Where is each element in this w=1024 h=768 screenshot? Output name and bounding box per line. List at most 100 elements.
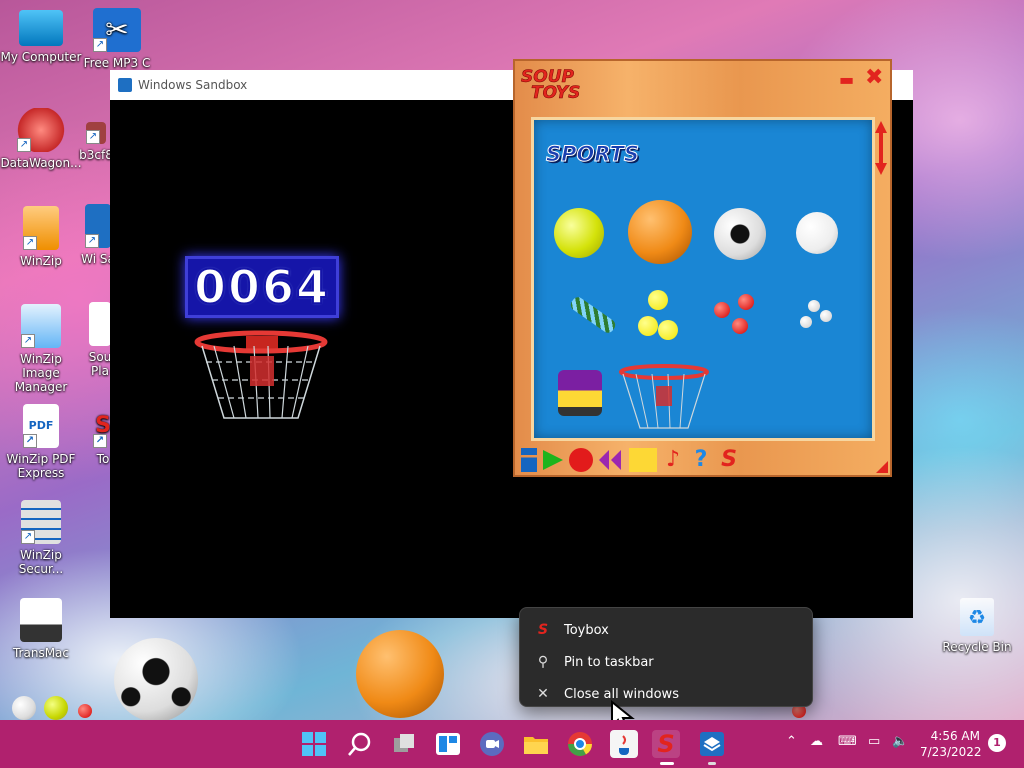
- sandbox-taskbar-button[interactable]: [698, 730, 726, 758]
- logo-line2: TOYS: [531, 83, 581, 103]
- widgets-button[interactable]: [434, 730, 462, 758]
- white-ball-item[interactable]: [820, 310, 832, 322]
- sandbox-icon: ↗: [85, 204, 111, 248]
- jumplist-label: Toybox: [564, 622, 609, 638]
- desktop-icon-label: Recycle Bin: [942, 640, 1012, 654]
- desktop-icon-label: WinZip: [20, 254, 62, 268]
- red-ball-item[interactable]: [714, 302, 730, 318]
- roller-skates-item[interactable]: [558, 370, 602, 416]
- task-view-button[interactable]: [390, 730, 418, 758]
- desktop-icon-label: WinZip Image Manager: [14, 352, 68, 394]
- stop-icon[interactable]: [629, 448, 657, 472]
- soccer-ball-toy[interactable]: [114, 638, 198, 722]
- image-manager-icon: ↗: [21, 304, 61, 348]
- desktop-icon-free-mp3[interactable]: ✂ ↗ Free MP3 C: [76, 8, 158, 70]
- scroll-arrow[interactable]: [875, 121, 887, 175]
- play-icon[interactable]: [541, 448, 565, 472]
- clock[interactable]: 4:56 AM 7/23/2022: [920, 728, 982, 760]
- close-button[interactable]: ✖: [865, 67, 883, 89]
- sandbox-icon: [118, 78, 132, 92]
- jumplist-label: Pin to taskbar: [564, 654, 654, 670]
- jumplist-item-close-all[interactable]: ✕ Close all windows: [520, 678, 812, 710]
- baseball-item[interactable]: [796, 212, 838, 254]
- chrome-button[interactable]: [566, 730, 594, 758]
- soup-toys-logo: SOUP TOYS: [521, 68, 581, 103]
- document-icon: [89, 302, 111, 346]
- score-value: 0064: [193, 259, 331, 315]
- sandbox-indicator: [708, 762, 716, 765]
- red-ball-item[interactable]: [738, 294, 754, 310]
- yellow-ball-item[interactable]: [638, 316, 658, 336]
- datawagon-icon: ↗: [17, 108, 65, 152]
- soup-toys-taskbar-button[interactable]: S: [652, 730, 680, 758]
- desktop-icon-my-computer[interactable]: My Computer: [0, 10, 82, 64]
- rewind-icon[interactable]: [597, 448, 621, 472]
- rope-item[interactable]: [568, 294, 618, 336]
- desktop-icon-transmac[interactable]: TransMac: [0, 598, 82, 660]
- network-off-icon[interactable]: ☁: [810, 734, 823, 749]
- desktop-icon-label: WinZip Secur...: [18, 548, 64, 576]
- red-ball-toy[interactable]: [78, 704, 92, 718]
- basketball-toy[interactable]: [356, 630, 444, 718]
- notification-badge[interactable]: 1: [988, 734, 1006, 752]
- computer-icon: [19, 10, 63, 46]
- toys-panel: SPORTS: [531, 117, 875, 441]
- basketball-hoop[interactable]: [194, 330, 328, 426]
- white-ball-item[interactable]: [800, 316, 812, 328]
- yellow-ball-item[interactable]: [648, 290, 668, 310]
- soup-s-icon[interactable]: S: [717, 448, 741, 472]
- close-icon: ✕: [537, 686, 549, 702]
- pin-icon: ⚲: [537, 654, 549, 670]
- score-display: 0064: [185, 256, 339, 318]
- baseball-toy[interactable]: [12, 696, 36, 720]
- keyboard-icon[interactable]: ⌨: [838, 734, 857, 749]
- transmac-icon: [20, 598, 62, 642]
- file-explorer-button[interactable]: [522, 730, 550, 758]
- stack-icon[interactable]: [521, 448, 537, 472]
- teams-chat-button[interactable]: [478, 730, 506, 758]
- music-note-icon[interactable]: ♪: [661, 448, 685, 472]
- winzip-icon: ↗: [23, 206, 59, 250]
- jumplist-item-toybox[interactable]: S Toybox: [520, 614, 812, 646]
- java-app-button[interactable]: [610, 730, 638, 758]
- category-title: SPORTS: [545, 142, 640, 167]
- desktop-icon-label: DataWagon...: [0, 156, 82, 170]
- desktop-icon-winzip-image-manager[interactable]: ↗ WinZip Image Manager: [0, 304, 82, 394]
- basketball-item[interactable]: [628, 200, 692, 264]
- toys-toolbar: ♪ ? S: [521, 447, 741, 473]
- show-hidden-icons-button[interactable]: ⌃: [786, 734, 797, 749]
- search-button[interactable]: [346, 730, 374, 758]
- active-app-indicator: [660, 762, 674, 765]
- sandbox-title: Windows Sandbox: [138, 78, 248, 92]
- white-ball-item[interactable]: [808, 300, 820, 312]
- volume-icon[interactable]: 🔈: [892, 734, 908, 749]
- clock-date: 7/23/2022: [920, 745, 982, 759]
- desktop-icon-winzip[interactable]: ↗ WinZip: [0, 206, 82, 268]
- desktop-icon-label: Free MP3 C: [83, 56, 151, 70]
- start-button[interactable]: [300, 730, 328, 758]
- desktop-icon-label: TransMac: [12, 646, 69, 660]
- help-icon[interactable]: ?: [689, 448, 713, 472]
- tennis-ball-item[interactable]: [554, 208, 604, 258]
- taskbar: S ⌃ ☁ ⌨ ▭ 🔈 4:56 AM 7/23/2022: [0, 720, 1024, 768]
- minimize-button[interactable]: ▬: [839, 69, 854, 91]
- desktop-icon-label: My Computer: [0, 50, 82, 64]
- server-icon: ↗: [21, 500, 61, 544]
- tennis-ball-toy[interactable]: [44, 696, 68, 720]
- desktop-icon-winzip-secure[interactable]: ↗ WinZip Secur...: [0, 500, 82, 576]
- yellow-ball-item[interactable]: [658, 320, 678, 340]
- taskbar-jumplist: S Toybox ⚲ Pin to taskbar ✕ Close all wi…: [519, 607, 813, 707]
- scissors-icon: ✂ ↗: [93, 8, 141, 52]
- resize-grip-icon[interactable]: [876, 461, 888, 473]
- soccer-ball-item[interactable]: [714, 208, 766, 260]
- jumplist-item-pin[interactable]: ⚲ Pin to taskbar: [520, 646, 812, 678]
- desktop-icon-winzip-pdf-express[interactable]: PDF ↗ WinZip PDF Express: [0, 404, 82, 480]
- recycle-bin-icon: ♻: [960, 598, 994, 636]
- red-ball-item[interactable]: [732, 318, 748, 334]
- basketball-hoop-item[interactable]: [618, 364, 710, 434]
- desktop-icon-datawagon[interactable]: ↗ DataWagon...: [0, 108, 82, 170]
- display-icon[interactable]: ▭: [868, 734, 880, 749]
- desktop-icon-recycle-bin[interactable]: ♻ Recycle Bin: [936, 598, 1018, 654]
- soup-toys-window[interactable]: SOUP TOYS ▬ ✖ SPORTS ♪ ? S: [513, 59, 892, 477]
- record-icon[interactable]: [569, 448, 593, 472]
